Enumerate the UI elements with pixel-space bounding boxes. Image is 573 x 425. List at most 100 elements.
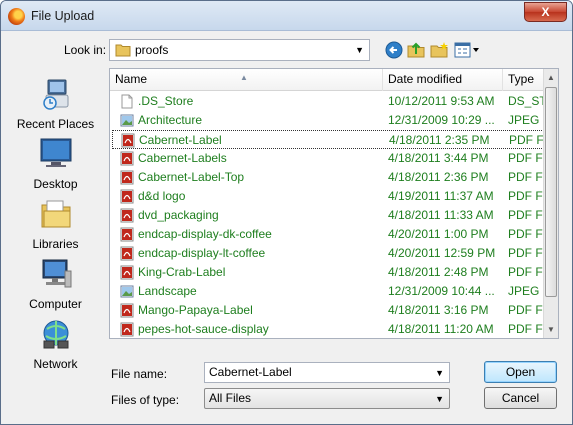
file-row-type: PDF File xyxy=(508,208,546,222)
open-button[interactable]: Open xyxy=(484,361,557,383)
file-row[interactable]: King-Crab-Label 4/18/2011 2:48 PM PDF File xyxy=(112,263,546,282)
file-row-name: Landscape xyxy=(138,284,197,298)
chevron-down-icon: ▼ xyxy=(435,394,444,404)
place-desktop[interactable]: Desktop xyxy=(7,137,104,191)
column-header-date[interactable]: Date modified xyxy=(383,69,503,91)
pdf-file-icon xyxy=(120,303,134,318)
place-label-recent-places: Recent Places xyxy=(16,117,95,131)
column-header-row: Name ▲ Date modified Type xyxy=(110,69,558,91)
file-row-name: pepes-hot-sauce-display xyxy=(138,322,269,336)
chevron-down-icon: ▼ xyxy=(355,45,364,55)
place-label-libraries: Libraries xyxy=(32,237,79,251)
file-row[interactable]: Cabernet-Label-Top 4/18/2011 2:36 PM PDF F… xyxy=(112,168,546,187)
file-row-name: Cabernet-Label xyxy=(139,133,222,147)
file-row[interactable]: d&d logo 4/19/2011 11:37 AM PDF File xyxy=(112,187,546,206)
file-row-name: endcap-display-lt-coffee xyxy=(138,246,266,260)
file-row-name: Architecture xyxy=(138,113,203,127)
file-row-name: d&d logo xyxy=(138,189,186,203)
file-row[interactable]: dvd_packaging 4/18/2011 11:33 AM PDF File xyxy=(112,206,546,225)
current-folder-name: proofs xyxy=(135,43,169,57)
file-row-type: PDF File xyxy=(509,133,547,147)
window-title: File Upload xyxy=(31,9,95,23)
file-row[interactable]: Mango-Papaya-Label 4/18/2011 3:16 PM PDF F… xyxy=(112,301,546,320)
network-icon xyxy=(43,320,68,349)
view-menu-icon[interactable] xyxy=(453,40,481,60)
place-libraries[interactable]: Libraries xyxy=(7,197,104,251)
file-row-type: JPEG image xyxy=(508,284,546,298)
pdf-file-icon xyxy=(120,322,134,337)
new-folder-icon[interactable] xyxy=(429,40,449,60)
image-file-icon xyxy=(120,285,134,298)
pdf-file-icon xyxy=(120,265,134,280)
scrollbar-thumb[interactable] xyxy=(545,87,557,297)
file-row[interactable]: Cabernet-Label 4/18/2011 2:35 PM PDF File xyxy=(112,130,547,149)
pdf-file-icon xyxy=(120,246,134,261)
file-row-date: 4/18/2011 2:36 PM xyxy=(388,170,489,184)
vertical-scrollbar[interactable]: ▲ ▼ xyxy=(543,69,558,338)
chevron-down-icon[interactable]: ▼ xyxy=(435,364,444,383)
column-header-name-label: Name xyxy=(115,72,148,86)
file-row-date: 4/20/2011 1:00 PM xyxy=(388,227,489,241)
file-row-name: .DS_Store xyxy=(138,94,194,108)
sort-ascending-icon: ▲ xyxy=(240,73,248,82)
column-header-name[interactable]: Name ▲ xyxy=(110,69,383,91)
place-label-network: Network xyxy=(33,357,78,371)
file-row-date: 4/18/2011 11:20 AM xyxy=(388,322,494,336)
pdf-file-icon xyxy=(120,170,134,185)
image-file-icon xyxy=(120,114,134,127)
place-label-desktop: Desktop xyxy=(33,177,78,191)
scroll-up-icon[interactable]: ▲ xyxy=(547,73,555,82)
file-list[interactable]: Name ▲ Date modified Type .DS_Store 10/12… xyxy=(109,68,559,339)
file-row-type: PDF File xyxy=(508,265,546,279)
place-recent-places[interactable]: Recent Places xyxy=(7,77,104,131)
file-name-value: Cabernet-Label xyxy=(209,365,292,379)
look-in-label: Look in: xyxy=(64,43,107,57)
file-row-date: 4/19/2011 11:37 AM xyxy=(388,189,494,203)
back-icon[interactable] xyxy=(384,40,404,60)
close-button[interactable]: X xyxy=(524,2,567,22)
folder-icon xyxy=(115,44,131,57)
file-row-type: PDF File xyxy=(508,322,546,336)
files-of-type-dropdown[interactable]: All Files ▼ xyxy=(204,388,450,409)
file-row-name: Cabernet-Labels xyxy=(138,151,227,165)
file-row-date: 4/18/2011 2:35 PM xyxy=(389,133,490,147)
file-row-date: 4/18/2011 11:33 AM xyxy=(388,208,494,222)
file-name-label: File name: xyxy=(111,367,168,381)
file-row[interactable]: endcap-display-dk-coffee 4/20/2011 1:00 P… xyxy=(112,225,546,244)
file-row-name: King-Crab-Label xyxy=(138,265,226,279)
title-bar[interactable]: File Upload X xyxy=(1,1,572,31)
file-row-date: 12/31/2009 10:29 ... xyxy=(388,113,495,127)
scroll-down-icon[interactable]: ▼ xyxy=(547,325,555,334)
pdf-file-icon xyxy=(120,227,134,242)
file-row-type: PDF File xyxy=(508,303,546,317)
file-row-date: 4/18/2011 3:16 PM xyxy=(388,303,489,317)
file-row-type: JPEG image xyxy=(508,113,546,127)
files-of-type-value: All Files xyxy=(209,391,252,405)
file-row-type: PDF File xyxy=(508,227,546,241)
file-row[interactable]: pepes-hot-sauce-display 4/18/2011 11:20 A… xyxy=(112,320,546,338)
libraries-icon xyxy=(41,200,70,228)
file-row-date: 4/18/2011 2:48 PM xyxy=(388,265,489,279)
file-row-name: Cabernet-Label-Top xyxy=(138,170,245,184)
pdf-file-icon xyxy=(120,151,134,166)
file-row-date: 12/31/2009 10:44 ... xyxy=(388,284,495,298)
file-row[interactable]: Architecture 12/31/2009 10:29 ... JPEG ima… xyxy=(112,111,546,130)
cancel-button[interactable]: Cancel xyxy=(484,387,557,409)
file-row-name: endcap-display-dk-coffee xyxy=(138,227,272,241)
place-network[interactable]: Network xyxy=(7,317,104,371)
file-row[interactable]: .DS_Store 10/12/2011 9:53 AM DS_STORE xyxy=(112,92,546,111)
file-row-type: PDF File xyxy=(508,189,546,203)
place-label-computer: Computer xyxy=(29,297,82,311)
file-row[interactable]: Landscape 12/31/2009 10:44 ... JPEG image xyxy=(112,282,546,301)
file-row[interactable]: endcap-display-lt-coffee 4/20/2011 12:59 … xyxy=(112,244,546,263)
recent-places-icon xyxy=(42,79,68,110)
places-bar: Recent Places Desktop Libraries Computer… xyxy=(7,69,104,371)
file-name-input[interactable]: Cabernet-Label ▼ xyxy=(204,362,450,383)
file-upload-dialog: File Upload X Look in: proofs ▼ Recent P… xyxy=(0,0,573,425)
look-in-dropdown[interactable]: proofs ▼ xyxy=(109,39,370,61)
file-row[interactable]: Cabernet-Labels 4/18/2011 3:44 PM PDF File xyxy=(112,149,546,168)
up-folder-icon[interactable] xyxy=(406,40,426,60)
file-row-type: PDF File xyxy=(508,170,546,184)
firefox-icon xyxy=(8,8,25,25)
place-computer[interactable]: Computer xyxy=(7,257,104,311)
